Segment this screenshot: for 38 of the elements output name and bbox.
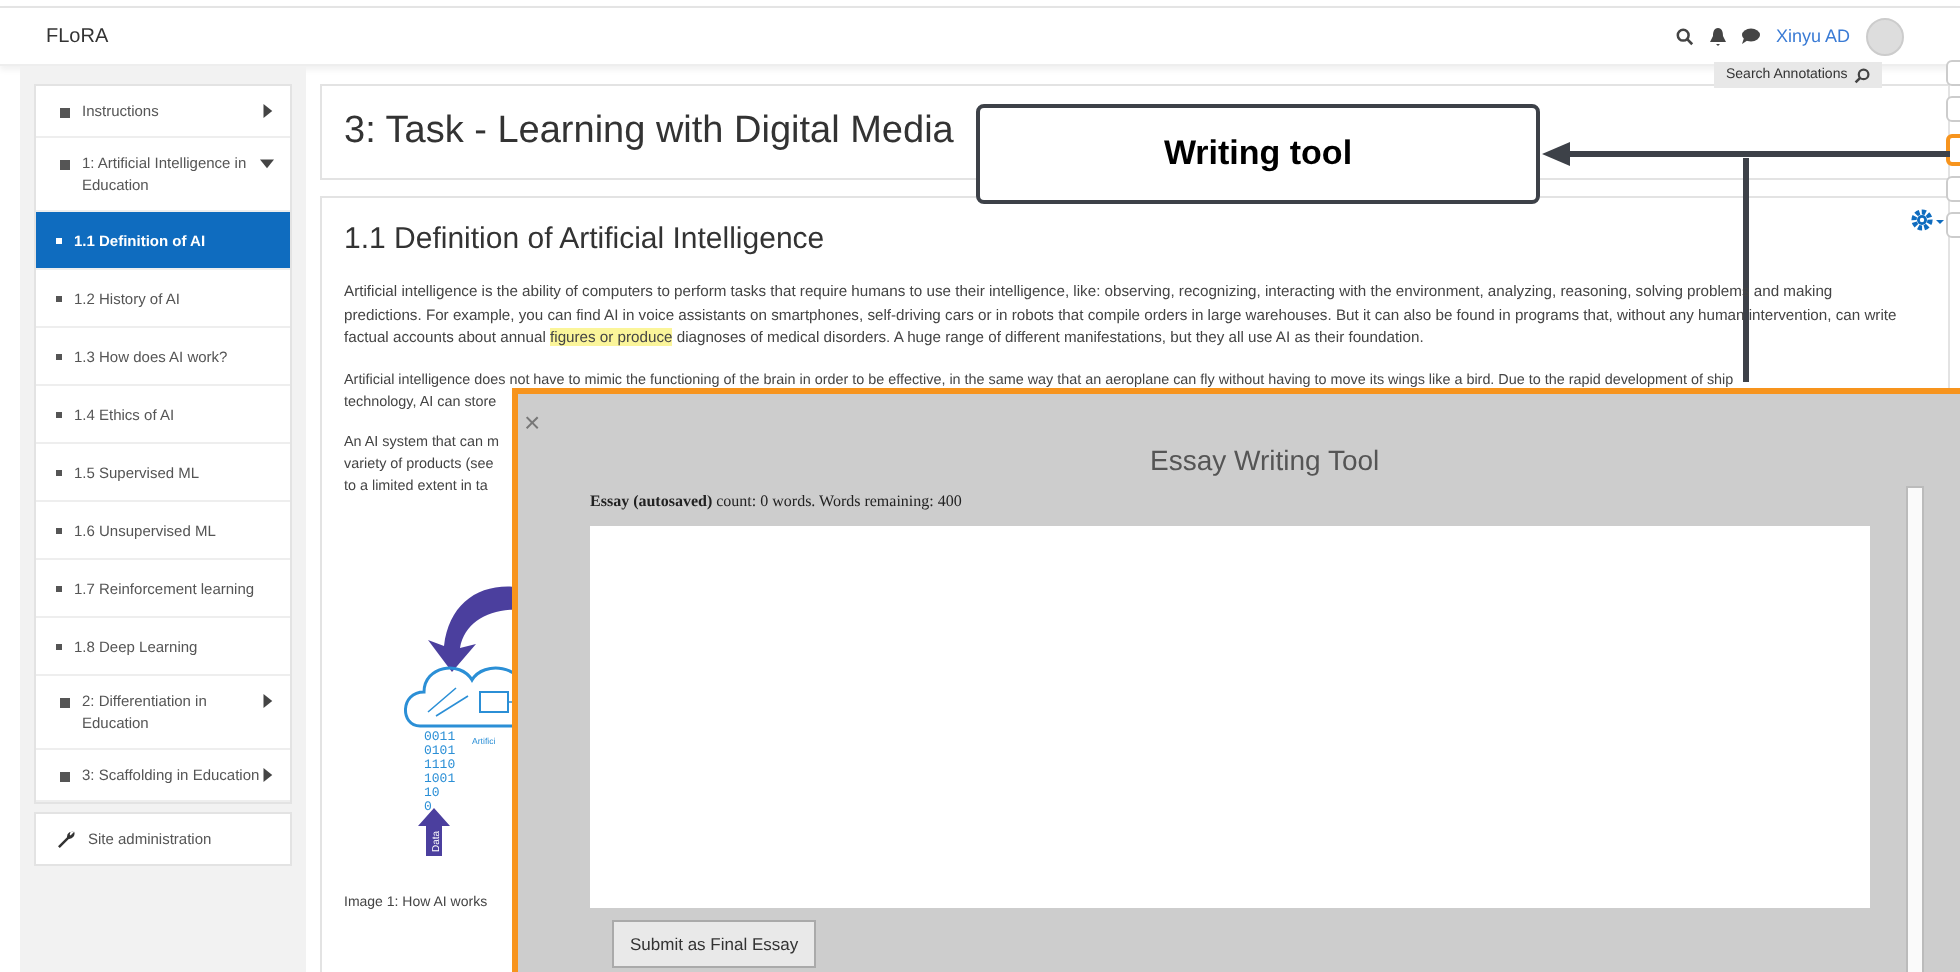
bell-icon[interactable] — [1709, 27, 1726, 45]
user-name[interactable]: Xinyu AD — [1775, 26, 1850, 46]
page-title: 3: Task - Learning with Digital Media — [344, 110, 954, 154]
caret-icon — [260, 768, 274, 782]
callout-label: Writing tool — [976, 104, 1540, 204]
square-bullet-icon — [56, 354, 62, 360]
search-icon[interactable] — [1675, 27, 1694, 45]
square-bullet-icon — [56, 644, 62, 650]
scrollbar[interactable] — [1906, 486, 1924, 972]
settings-icon[interactable] — [1910, 208, 1944, 232]
toolbar-button[interactable] — [1946, 60, 1960, 86]
square-bullet-icon — [60, 698, 70, 708]
site-brand[interactable]: FLoRA — [46, 25, 1676, 47]
user-avatar[interactable] — [1866, 17, 1904, 55]
dialog-title: Essay Writing Tool — [1150, 444, 1380, 476]
square-bullet-icon — [56, 528, 62, 534]
caret-icon — [260, 156, 274, 170]
square-bullet-icon — [56, 470, 62, 476]
square-bullet-icon — [56, 296, 62, 302]
caret-icon — [260, 104, 274, 118]
square-bullet-icon — [56, 238, 62, 244]
search-icon — [1853, 67, 1870, 83]
caret-icon — [260, 694, 274, 708]
toolbar-button[interactable] — [1946, 176, 1960, 202]
square-bullet-icon — [56, 586, 62, 592]
writing-tool-button[interactable] — [1946, 134, 1960, 166]
word-count-text: Essay (autosaved) count: 0 words. Words remaining: 400 — [590, 492, 962, 510]
square-bullet-icon — [60, 108, 70, 118]
square-bullet-icon — [60, 160, 70, 170]
square-bullet-icon — [60, 772, 70, 782]
essay-text-area[interactable] — [590, 526, 1870, 908]
submit-essay-button[interactable]: Submit as Final Essay — [612, 920, 817, 968]
toolbar-button[interactable] — [1946, 96, 1960, 122]
toolbar-button[interactable] — [1946, 212, 1960, 238]
section-title: 1.1 Definition of Artificial Intelligence — [344, 222, 827, 256]
wrench-icon — [58, 830, 76, 848]
chat-icon[interactable] — [1741, 28, 1760, 44]
square-bullet-icon — [56, 412, 62, 418]
